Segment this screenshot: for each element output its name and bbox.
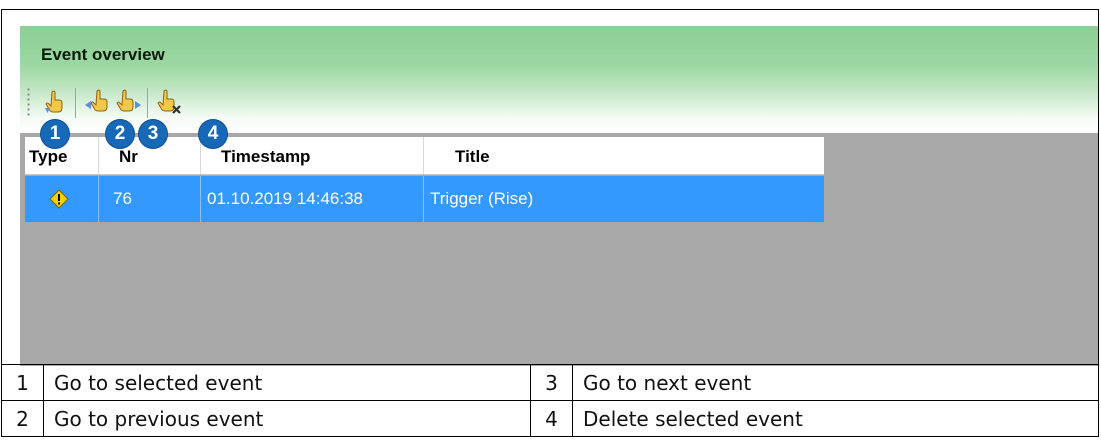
go-to-selected-event-button[interactable] bbox=[41, 88, 69, 116]
event-overview-panel: Event overview 1 2 3 4 Type Nr Timestamp… bbox=[20, 26, 1098, 366]
legend-number: 4 bbox=[530, 400, 573, 437]
column-header-timestamp[interactable]: Timestamp bbox=[201, 137, 424, 174]
table-row[interactable]: 76 01.10.2019 14:46:38 Trigger (Rise) bbox=[25, 176, 824, 222]
toolbar-separator bbox=[75, 88, 76, 118]
legend-description: Go to next event bbox=[572, 364, 1099, 401]
legend-table: 1 Go to selected event 3 Go to next even… bbox=[1, 364, 1099, 437]
title-cell: Trigger (Rise) bbox=[430, 189, 534, 208]
toolbar-grip[interactable] bbox=[27, 87, 30, 117]
legend-number: 1 bbox=[1, 364, 44, 401]
hand-pointer-right-icon bbox=[114, 88, 142, 116]
callout-badge-3: 3 bbox=[139, 120, 167, 148]
toolbar-separator bbox=[147, 88, 148, 118]
screenshot-frame: Event overview 1 2 3 4 Type Nr Timestamp… bbox=[1, 9, 1099, 366]
hand-pointer-delete-icon bbox=[155, 88, 183, 116]
legend-description: Delete selected event bbox=[572, 400, 1099, 437]
callout-badge-4: 4 bbox=[199, 120, 227, 148]
panel-title: Event overview bbox=[41, 45, 165, 64]
callout-badge-2: 2 bbox=[106, 120, 134, 148]
go-to-previous-event-button[interactable] bbox=[84, 88, 112, 116]
hand-pointer-down-icon bbox=[41, 88, 69, 116]
legend-number: 2 bbox=[1, 400, 44, 437]
legend-number: 3 bbox=[530, 364, 573, 401]
nr-cell: 76 bbox=[99, 176, 201, 222]
hand-pointer-left-icon bbox=[84, 88, 112, 116]
column-header-title[interactable]: Title bbox=[424, 137, 824, 174]
callout-badge-1: 1 bbox=[41, 120, 69, 148]
delete-selected-event-button[interactable] bbox=[155, 88, 183, 116]
legend-description: Go to previous event bbox=[43, 400, 531, 437]
legend-row: 1 Go to selected event 3 Go to next even… bbox=[1, 364, 1099, 401]
panel-header: Event overview 1 2 3 4 bbox=[20, 26, 1098, 148]
type-cell bbox=[25, 176, 99, 222]
timestamp-cell: 01.10.2019 14:46:38 bbox=[201, 176, 424, 222]
go-to-next-event-button[interactable] bbox=[114, 88, 142, 116]
legend-description: Go to selected event bbox=[43, 364, 531, 401]
legend-row: 2 Go to previous event 4 Delete selected… bbox=[1, 400, 1099, 437]
